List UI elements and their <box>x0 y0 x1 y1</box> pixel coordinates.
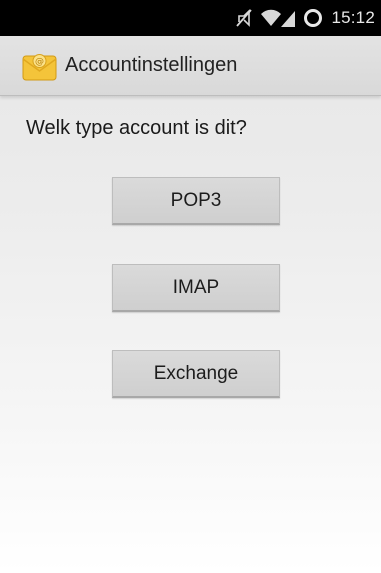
status-bar: 15:12 <box>0 0 381 36</box>
account-settings-screen: 15:12 @ Accountinstellingen Welk type ac… <box>0 0 381 573</box>
battery-ring-icon <box>303 8 323 28</box>
svg-text:@: @ <box>35 57 44 67</box>
status-time: 15:12 <box>331 8 375 27</box>
exchange-button[interactable]: Exchange <box>112 350 280 398</box>
email-app-icon[interactable]: @ <box>22 50 57 82</box>
wifi-icon <box>261 9 282 27</box>
mute-icon <box>235 8 253 28</box>
pop3-button[interactable]: POP3 <box>112 177 280 225</box>
action-bar: @ Accountinstellingen <box>0 36 381 96</box>
signal-icon <box>281 9 296 27</box>
imap-button[interactable]: IMAP <box>112 264 280 312</box>
page-title: Accountinstellingen <box>65 54 238 76</box>
account-type-question: Welk type account is dit? <box>26 117 247 139</box>
